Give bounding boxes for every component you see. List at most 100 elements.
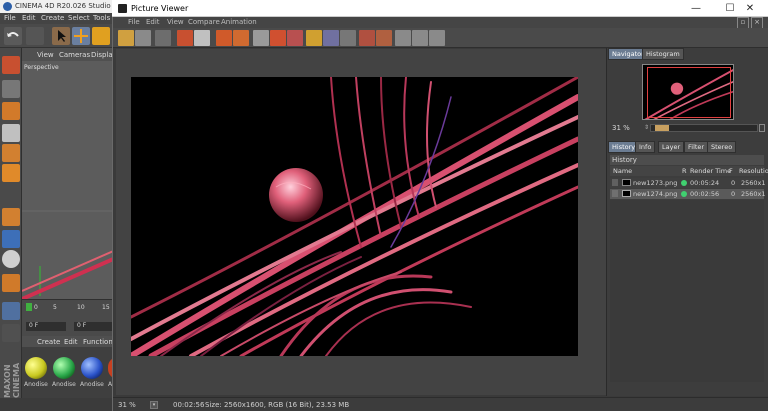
c4d-menu-create[interactable]: Create: [41, 14, 64, 22]
timeline-current-frame-marker[interactable]: [26, 303, 32, 311]
channel-g-icon[interactable]: [340, 30, 356, 46]
texture-mode-icon[interactable]: [2, 102, 20, 120]
snap-icon[interactable]: [2, 250, 20, 268]
channel-r-icon[interactable]: [323, 30, 339, 46]
c4d-menu-select[interactable]: Select: [68, 14, 90, 22]
status-image-info: Size: 2560x1600, RGB (16 Bit), 23.53 MB: [205, 401, 350, 409]
picture-viewer-titlebar[interactable]: Picture Viewer — ☐ ✕: [112, 0, 768, 17]
viewport-menu-cameras[interactable]: Cameras: [59, 51, 90, 59]
c4d-titlebar: CINEMA 4D R20.026 Studio (RC: [0, 0, 125, 13]
c4d-menu-edit[interactable]: Edit: [22, 14, 36, 22]
grid-2-icon[interactable]: [412, 30, 428, 46]
c4d-timeline[interactable]: 0 5 10 15 0 F 0 F: [22, 299, 118, 336]
grid-3-icon[interactable]: [429, 30, 445, 46]
col-resolution[interactable]: Resolutio: [739, 167, 768, 175]
pv-menu-view[interactable]: View: [167, 18, 184, 26]
history-row[interactable]: new1273.png 00:05:24 0 2560x1: [610, 178, 766, 188]
frame-field-current[interactable]: 0 F: [74, 322, 114, 331]
row-handle: [612, 190, 618, 197]
col-f[interactable]: F: [729, 167, 733, 175]
stop-render-icon[interactable]: [194, 30, 210, 46]
materials-menu-function[interactable]: Function: [83, 338, 113, 346]
zoom-dropdown-icon[interactable]: ▾: [150, 401, 158, 409]
points-mode-icon[interactable]: [2, 124, 20, 142]
pv-menu-edit[interactable]: Edit: [146, 18, 160, 26]
c4d-menu-file[interactable]: File: [4, 14, 16, 22]
zoom-slider-handle[interactable]: [655, 125, 669, 131]
history-list-empty-area: [610, 200, 764, 382]
channel-b-icon[interactable]: [359, 30, 375, 46]
rendered-image: [131, 77, 578, 356]
render-status-dot: [681, 180, 687, 186]
select-arrow-icon[interactable]: [52, 27, 70, 45]
row-thumbnail: [622, 179, 631, 186]
timeline-tick: 5: [53, 304, 57, 311]
cube-icon[interactable]: [2, 80, 20, 98]
row-thumbnail: [622, 190, 631, 197]
material-swatch[interactable]: [81, 357, 103, 379]
status-zoom[interactable]: 31 %: [118, 401, 136, 409]
undo-icon[interactable]: [4, 27, 22, 45]
polygons-mode-icon[interactable]: [2, 164, 20, 182]
navigator-zoom-value[interactable]: 31 %: [612, 124, 630, 132]
navigator-thumbnail[interactable]: [642, 64, 734, 120]
difference-icon[interactable]: [287, 30, 303, 46]
model-mode-icon[interactable]: [2, 56, 20, 74]
tab-info[interactable]: Info: [635, 141, 656, 153]
material-label: Anodise: [52, 381, 76, 388]
material-swatch[interactable]: [25, 357, 47, 379]
ab-compare-icon[interactable]: [253, 30, 269, 46]
zoom-fit-icon[interactable]: [759, 124, 765, 132]
grid-1-icon[interactable]: [395, 30, 411, 46]
history-row-selected[interactable]: new1274.png 00:02:56 0 2560x1: [610, 189, 766, 199]
pv-menu-animation[interactable]: Animation: [221, 18, 257, 26]
history-filename: new1274.png: [633, 190, 678, 198]
render-icon[interactable]: [216, 30, 232, 46]
render-active-icon[interactable]: [233, 30, 249, 46]
lock-icon[interactable]: [2, 324, 20, 342]
minimize-button[interactable]: —: [678, 0, 714, 17]
close-button[interactable]: ✕: [732, 0, 768, 17]
c4d-left-toolbar: MAXON CINEMA 4D: [0, 48, 30, 398]
color-channels-icon[interactable]: [306, 30, 322, 46]
viewport-menu-view[interactable]: View: [37, 51, 54, 59]
navigator-view-rect[interactable]: [647, 67, 731, 118]
zoom-slider[interactable]: [650, 124, 758, 132]
channel-alpha-icon[interactable]: [376, 30, 392, 46]
scale-icon[interactable]: [92, 27, 110, 45]
material-label: Anodise: [80, 381, 104, 388]
fit-screen-icon[interactable]: [155, 30, 171, 46]
history-resolution: 2560x1: [741, 179, 766, 187]
viewport-menubar: View Cameras Display: [22, 48, 118, 61]
materials-menu-create[interactable]: Create: [37, 338, 60, 346]
workplane-icon[interactable]: [2, 302, 20, 320]
axis-mode-icon[interactable]: [2, 208, 20, 226]
tab-stereo[interactable]: Stereo: [707, 141, 737, 153]
zoom-stepper-icon[interactable]: ⇕: [644, 124, 649, 131]
col-r[interactable]: R: [682, 167, 687, 175]
redo-icon[interactable]: [26, 27, 44, 45]
materials-menu-edit[interactable]: Edit: [64, 338, 78, 346]
render-region-icon[interactable]: [177, 30, 193, 46]
magnet-icon[interactable]: [2, 274, 20, 292]
pv-menu-file[interactable]: File: [128, 18, 140, 26]
tab-filter[interactable]: Filter: [684, 141, 709, 153]
col-render-time[interactable]: Render Time: [690, 167, 731, 175]
open-folder-icon[interactable]: [118, 30, 134, 46]
move-icon[interactable]: [72, 27, 90, 45]
pv-menu-compare[interactable]: Compare: [188, 18, 220, 26]
material-swatch[interactable]: [53, 357, 75, 379]
swap-compare-icon[interactable]: [270, 30, 286, 46]
col-name[interactable]: Name: [613, 167, 632, 175]
c4d-viewport[interactable]: Perspective: [22, 61, 118, 299]
history-frame: 0: [731, 179, 736, 187]
tab-layer[interactable]: Layer: [658, 141, 685, 153]
save-icon[interactable]: [135, 30, 151, 46]
tweak-mode-icon[interactable]: [2, 230, 20, 248]
frame-field-start[interactable]: 0 F: [26, 322, 66, 331]
edges-mode-icon[interactable]: [2, 144, 20, 162]
material-label: Anodise: [24, 381, 48, 388]
tab-histogram[interactable]: Histogram: [642, 48, 684, 60]
c4d-menu-tools[interactable]: Tools: [93, 14, 110, 22]
c4d-window-title: CINEMA 4D R20.026 Studio (RC: [15, 2, 125, 10]
